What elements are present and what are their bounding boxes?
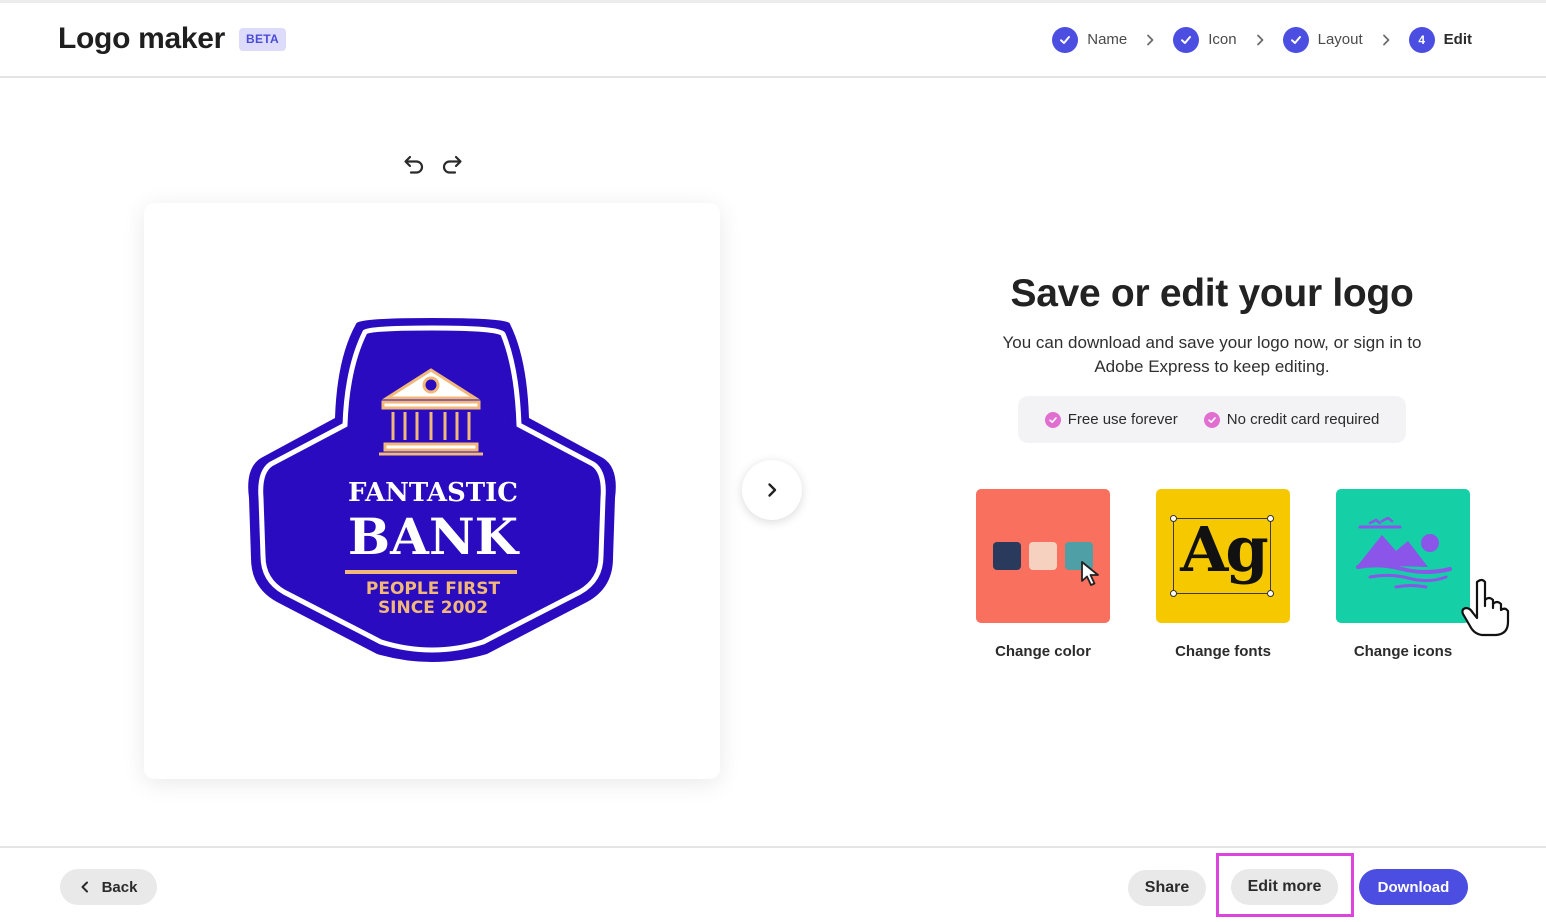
perk-label: No credit card required — [1226, 411, 1380, 428]
step-label: Icon — [1208, 31, 1237, 48]
check-icon — [1282, 26, 1309, 53]
step-layout[interactable]: Layout — [1282, 26, 1363, 53]
progress-steps: Name Icon Layout 4 Edit — [1052, 26, 1472, 53]
chevron-left-icon — [81, 881, 88, 893]
perk-item: No credit card required — [1203, 411, 1380, 428]
check-icon — [1052, 26, 1079, 53]
hand-pointer-icon — [1461, 578, 1510, 637]
next-layout-button[interactable] — [742, 460, 802, 520]
landscape-icon — [1336, 489, 1470, 623]
step-edit[interactable]: 4 Edit — [1408, 26, 1472, 53]
step-label: Edit — [1443, 31, 1472, 48]
change-icons-tile[interactable]: Change icons — [1336, 489, 1470, 660]
font-sample-text: Ag — [1180, 513, 1268, 586]
undo-icon[interactable] — [401, 150, 427, 178]
font-sample-icon: Ag — [1156, 489, 1290, 623]
chevron-right-icon — [768, 483, 777, 497]
chevron-right-icon — [1137, 34, 1163, 46]
pointer-cursor-icon — [1081, 561, 1099, 586]
top-edge — [0, 0, 1546, 3]
change-color-tile[interactable]: Change color — [976, 489, 1110, 660]
redo-icon[interactable] — [439, 150, 465, 178]
logo-tagline2: SINCE 2002 — [378, 598, 488, 618]
step-number: 4 — [1408, 26, 1435, 53]
logo-tagline1: PEOPLE FIRST — [366, 579, 501, 599]
swatch — [1029, 542, 1057, 570]
perk-item: Free use forever — [1044, 411, 1178, 428]
step-name[interactable]: Name — [1052, 26, 1128, 53]
logo-preview-card[interactable]: FANTASTIC BANK PEOPLE FIRST SINCE 2002 — [144, 203, 720, 779]
panel-title: Save or edit your logo — [1010, 272, 1414, 315]
tile-label: Change icons — [1353, 643, 1453, 660]
top-bar: Logo maker BETA Name Icon Layout 4 Edit — [0, 0, 1546, 78]
swatch — [993, 542, 1021, 570]
check-circle-icon — [1044, 411, 1061, 428]
bottom-bar: Back Share Edit more Download — [0, 846, 1546, 922]
logo-badge: FANTASTIC BANK PEOPLE FIRST SINCE 2002 — [248, 318, 616, 662]
tile-label: Change fonts — [1175, 643, 1271, 660]
chevron-right-icon — [1373, 34, 1399, 46]
share-button[interactable]: Share — [1128, 870, 1206, 906]
logo-line2: BANK — [348, 507, 520, 566]
check-icon — [1173, 26, 1200, 53]
logo-line1: FANTASTIC — [348, 478, 518, 508]
perk-label: Free use forever — [1067, 411, 1178, 428]
back-label: Back — [101, 878, 138, 896]
chevron-right-icon — [1247, 34, 1273, 46]
step-icon[interactable]: Icon — [1173, 26, 1237, 53]
app-title: Logo maker — [58, 22, 226, 55]
check-circle-icon — [1203, 411, 1220, 428]
logo-divider — [345, 570, 517, 574]
edit-options: Change color Ag Change fonts Change icon… — [976, 489, 1470, 660]
beta-badge: BETA — [239, 28, 286, 51]
history-controls — [401, 150, 465, 178]
color-palette-icon — [976, 489, 1110, 623]
step-label: Layout — [1317, 31, 1363, 48]
back-button[interactable]: Back — [60, 869, 157, 905]
step-label: Name — [1087, 31, 1128, 48]
tile-label: Change color — [995, 643, 1091, 660]
edit-more-button[interactable]: Edit more — [1231, 869, 1338, 905]
download-button[interactable]: Download — [1359, 869, 1468, 905]
panel-description: You can download and save your logo now,… — [1002, 333, 1422, 376]
change-fonts-tile[interactable]: Ag Change fonts — [1156, 489, 1290, 660]
perks-bar: Free use forever No credit card required — [1018, 396, 1406, 443]
